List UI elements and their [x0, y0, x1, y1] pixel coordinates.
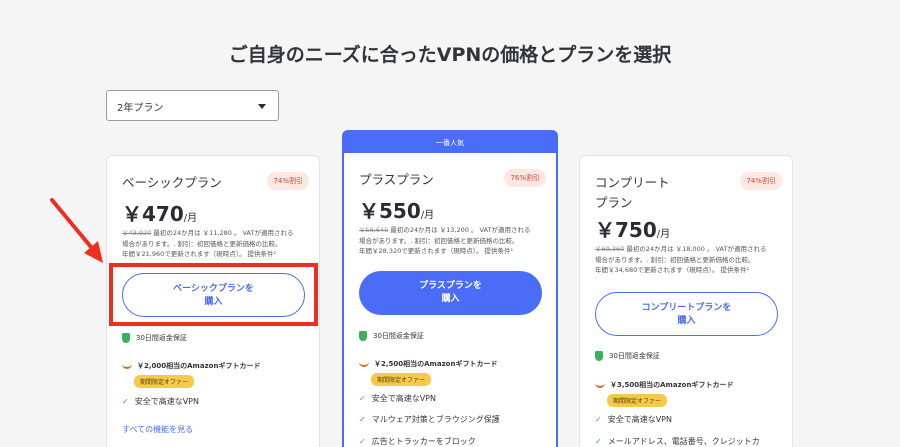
plus-plan-card: プラスプラン 76%割引 ￥550/月 ￥56,640 最初の24か月は ￥13… — [342, 153, 558, 447]
check-icon: ✓ — [122, 397, 129, 406]
check-icon: ✓ — [359, 437, 366, 446]
money-back-guarantee: 30日間返金保証 — [359, 331, 424, 341]
limited-offer-tag: 期間限定オファー — [134, 375, 195, 388]
gift-label: ￥2,000相当のAmazonギフトカード — [137, 362, 261, 370]
notes-line2: 場合があります。. 割引：初回価格と更新価格の比較。 — [359, 236, 519, 245]
amazon-icon — [595, 382, 605, 388]
notes-line2: 場合があります。. 割引：初回価格と更新価格の比較。 — [122, 239, 282, 248]
money-back-guarantee: 30日間返金保証 — [595, 351, 660, 361]
check-icon: ✓ — [359, 415, 366, 424]
check-icon: ✓ — [359, 394, 366, 403]
amazon-icon — [359, 361, 369, 367]
amazon-icon — [122, 363, 132, 369]
notes-line1: 最初の24か月は ￥13,200 。 VATが適用される — [388, 226, 531, 234]
notes-line3: 年間￥21,960で更新されます（現時点）。 提供条件¹ — [122, 250, 277, 258]
guarantee-label: 30日間返金保証 — [136, 334, 187, 342]
check-icon: ✓ — [595, 437, 602, 446]
see-all-features-link[interactable]: すべての機能を見る — [122, 424, 193, 435]
feature-item: ✓ 安全で高速なVPN — [122, 396, 199, 407]
price-amount: ￥550 — [359, 199, 421, 223]
gift-label: ￥3,500相当のAmazonギフトカード — [610, 381, 734, 389]
discount-badge: 74%割引 — [740, 172, 782, 190]
basic-plan-card: ベーシックプラン 74%割引 ￥470/月 ￥43,920 最初の24か月は ￥… — [106, 155, 320, 447]
complete-plan-card: コンプリート プラン 74%割引 ￥750/月 ￥69,360 最初の24か月は… — [579, 155, 793, 447]
chevron-down-icon — [258, 104, 266, 109]
original-price: ￥43,920 — [122, 229, 152, 237]
page-heading: ご自身のニーズに合ったVPNの価格とプランを選択 — [228, 44, 672, 66]
feature-label: 安全で高速なVPN — [134, 397, 199, 406]
popular-banner: 一番人気 — [342, 130, 558, 154]
price: ￥470/月 — [122, 198, 197, 227]
notes-line2: 場合があります。. 割引：初回価格と更新価格の比較。 — [595, 255, 755, 264]
discount-badge: 74%割引 — [267, 172, 309, 190]
buy-complete-button[interactable]: コンプリートプランを 購入 — [595, 292, 778, 336]
feature-label: 安全で高速なVPN — [371, 394, 436, 403]
price-notes: ￥43,920 最初の24か月は ￥11,280 。 VATが適用される 場合が… — [122, 228, 312, 260]
annotation-arrow-icon — [50, 198, 103, 263]
plan-name: ベーシックプラン — [122, 175, 222, 190]
shield-icon — [595, 351, 603, 361]
limited-offer-tag: 期間限定オファー — [371, 373, 432, 386]
notes-line3: 年間￥34,680で更新されます（現時点）。 提供条件¹ — [595, 266, 750, 274]
buy-plus-button[interactable]: プラスプランを 購入 — [359, 271, 542, 315]
check-icon: ✓ — [595, 415, 602, 424]
price-amount: ￥750 — [595, 218, 657, 242]
feature-item: ✓ 広告とトラッカーをブロック — [359, 436, 476, 447]
price-amount: ￥470 — [122, 202, 184, 226]
feature-label: マルウェア対策とブラウジング保護 — [371, 415, 500, 424]
price-notes: ￥56,640 最初の24か月は ￥13,200 。 VATが適用される 場合が… — [359, 225, 549, 257]
notes-line3: 年間￥28,320で更新されます（現時点）。 提供条件¹ — [359, 247, 514, 255]
price-unit: /月 — [183, 213, 198, 224]
feature-label: 安全で高速なVPN — [607, 415, 672, 424]
gift-label: ￥2,500相当のAmazonギフトカード — [374, 360, 498, 368]
feature-item: ✓ 安全で高速なVPN — [595, 414, 672, 425]
feature-item: ✓ 安全で高速なVPN — [359, 393, 436, 404]
notes-line1: 最初の24か月は ￥18,000 。 VATが適用される — [624, 245, 767, 253]
original-price: ￥69,360 — [595, 245, 625, 253]
guarantee-label: 30日間返金保証 — [373, 332, 424, 340]
gift-card-offer: ￥3,500相当のAmazonギフトカード — [595, 380, 733, 390]
original-price: ￥56,640 — [359, 226, 389, 234]
price: ￥750/月 — [595, 214, 670, 243]
feature-label: 広告とトラッカーをブロック — [371, 437, 476, 446]
feature-item: ✓ マルウェア対策とブラウジング保護 — [359, 414, 500, 425]
guarantee-label: 30日間返金保証 — [609, 352, 660, 360]
price-unit: /月 — [420, 210, 435, 221]
feature-label: メールアドレス、電話番号、クレジットカ — [607, 437, 760, 446]
shield-icon — [359, 331, 367, 341]
gift-card-offer: ￥2,500相当のAmazonギフトカード — [359, 359, 497, 369]
price: ￥550/月 — [359, 195, 434, 224]
discount-badge: 76%割引 — [504, 169, 546, 187]
plan-select-value: 2年プラン — [117, 103, 164, 114]
shield-icon — [122, 333, 130, 343]
buy-basic-button[interactable]: ベーシックプランを 購入 — [122, 273, 305, 317]
money-back-guarantee: 30日間返金保証 — [122, 333, 187, 343]
price-unit: /月 — [656, 229, 671, 240]
limited-offer-tag: 期間限定オファー — [607, 394, 668, 407]
plan-name: プラスプラン — [359, 172, 434, 187]
price-notes: ￥69,360 最初の24か月は ￥18,000 。 VATが適用される 場合が… — [595, 244, 785, 276]
notes-line1: 最初の24か月は ￥11,280 。 VATが適用される — [151, 229, 294, 237]
plan-duration-select[interactable]: 2年プラン — [106, 90, 279, 121]
gift-card-offer: ￥2,000相当のAmazonギフトカード — [122, 361, 260, 371]
plan-name: コンプリート プラン — [595, 175, 670, 210]
feature-item: ✓ メールアドレス、電話番号、クレジットカ — [595, 436, 760, 447]
